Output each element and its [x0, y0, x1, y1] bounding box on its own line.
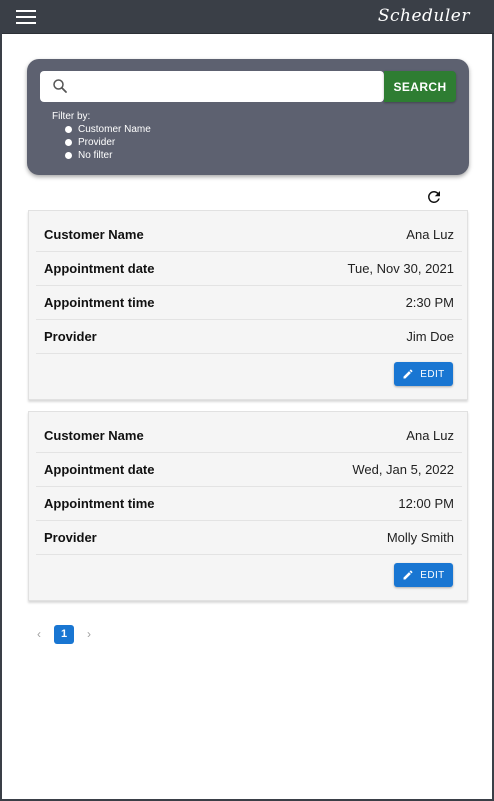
provider-label: Provider	[44, 329, 97, 344]
search-input[interactable]	[80, 75, 376, 98]
provider-row: Provider Molly Smith	[36, 521, 462, 555]
customer-name-row: Customer Name Ana Luz	[36, 218, 462, 252]
edit-button-label: EDIT	[420, 569, 445, 581]
provider-value: Molly Smith	[386, 530, 454, 545]
prev-page-icon[interactable]: ‹	[32, 627, 46, 641]
brand-logo: Scheduler	[377, 6, 470, 26]
pencil-icon	[403, 570, 413, 580]
filter-option-label: Customer Name	[78, 124, 151, 135]
search-field[interactable]	[40, 71, 384, 102]
appointment-card: Customer Name Ana Luz Appointment date T…	[28, 210, 468, 400]
filter-option-provider[interactable]: Provider	[65, 137, 115, 148]
appointment-date-row: Appointment date Wed, Jan 5, 2022	[36, 453, 462, 487]
edit-button[interactable]: EDIT	[394, 563, 453, 587]
appointment-date-value: Wed, Jan 5, 2022	[352, 462, 454, 477]
pencil-icon	[403, 369, 413, 379]
appointment-date-label: Appointment date	[44, 462, 155, 477]
next-page-icon[interactable]: ›	[82, 627, 96, 641]
appointment-date-value: Tue, Nov 30, 2021	[347, 261, 454, 276]
appointment-time-row: Appointment time 2:30 PM	[36, 286, 462, 320]
provider-value: Jim Doe	[406, 329, 454, 344]
radio-icon[interactable]	[65, 152, 72, 159]
provider-row: Provider Jim Doe	[36, 320, 462, 354]
menu-icon[interactable]	[16, 10, 36, 24]
search-panel: SEARCH Filter by: Customer Name Provider…	[27, 59, 469, 175]
appointment-card: Customer Name Ana Luz Appointment date W…	[28, 411, 468, 601]
refresh-icon[interactable]	[425, 188, 443, 206]
customer-name-label: Customer Name	[44, 227, 144, 242]
customer-name-value: Ana Luz	[406, 428, 454, 443]
radio-icon[interactable]	[65, 139, 72, 146]
provider-label: Provider	[44, 530, 97, 545]
customer-name-label: Customer Name	[44, 428, 144, 443]
app-frame: Scheduler SEARCH Filter by: Customer Nam…	[0, 0, 494, 801]
search-button[interactable]: SEARCH	[384, 71, 456, 102]
filter-option-customer-name[interactable]: Customer Name	[65, 124, 151, 135]
appointment-date-label: Appointment date	[44, 261, 155, 276]
edit-button[interactable]: EDIT	[394, 362, 453, 386]
pagination: ‹ 1 ›	[32, 624, 96, 644]
filter-option-label: No filter	[78, 150, 113, 161]
appointment-time-value: 2:30 PM	[405, 295, 454, 310]
appointment-time-row: Appointment time 12:00 PM	[36, 487, 462, 521]
appointment-time-label: Appointment time	[44, 295, 155, 310]
customer-name-row: Customer Name Ana Luz	[36, 419, 462, 453]
filter-option-no-filter[interactable]: No filter	[65, 150, 112, 161]
search-icon	[53, 79, 67, 93]
edit-button-label: EDIT	[420, 368, 445, 380]
radio-icon[interactable]	[65, 126, 72, 133]
filter-label: Filter by:	[52, 111, 91, 122]
page-button-current[interactable]: 1	[54, 624, 74, 644]
appointment-time-value: 12:00 PM	[398, 496, 454, 511]
appointment-time-label: Appointment time	[44, 496, 155, 511]
filter-option-label: Provider	[78, 137, 116, 148]
app-bar: Scheduler	[2, 0, 494, 34]
customer-name-value: Ana Luz	[406, 227, 454, 242]
appointment-date-row: Appointment date Tue, Nov 30, 2021	[36, 252, 462, 286]
